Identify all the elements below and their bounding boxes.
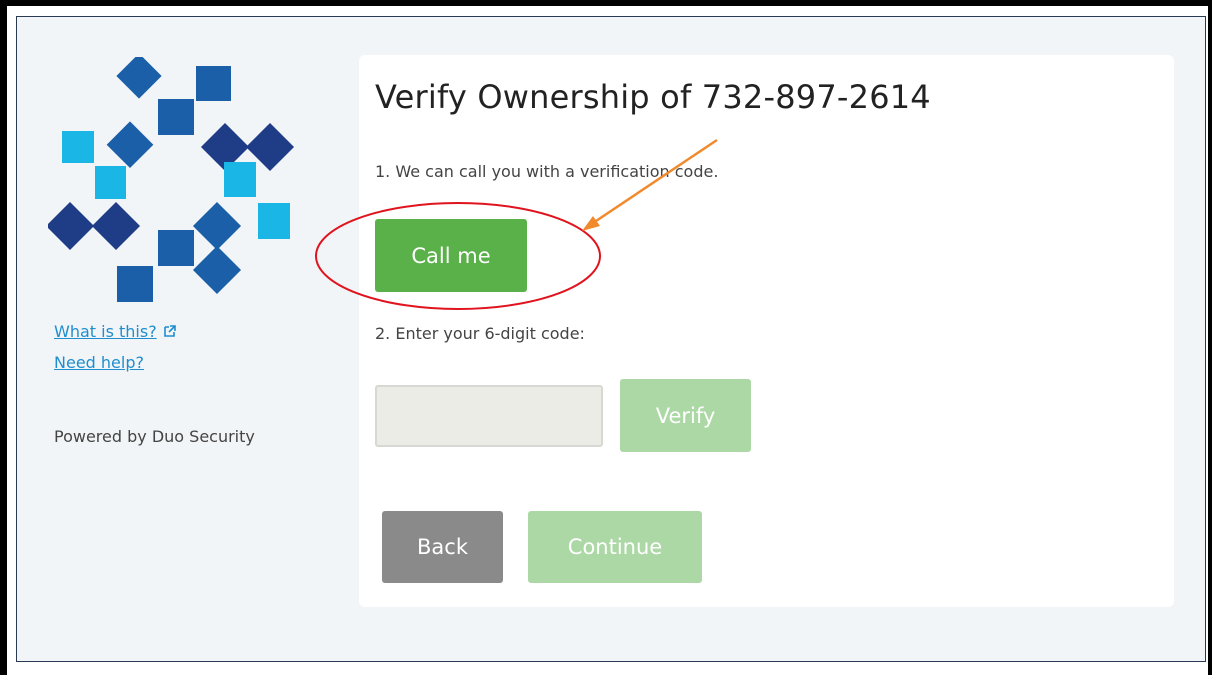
back-button[interactable]: Back — [382, 511, 503, 583]
step-2-text: 2. Enter your 6-digit code: — [375, 324, 585, 343]
duo-logo-icon — [48, 57, 295, 302]
call-me-button[interactable]: Call me — [375, 219, 527, 292]
continue-button[interactable]: Continue — [528, 511, 702, 583]
page-title: Verify Ownership of 732-897-2614 — [375, 78, 931, 116]
what-is-this-link[interactable]: What is this? — [54, 322, 177, 342]
verify-button[interactable]: Verify — [620, 379, 751, 452]
powered-by-text: Powered by Duo Security — [54, 427, 255, 446]
what-is-this-label: What is this? — [54, 322, 157, 341]
help-links: What is this? Need help? — [54, 322, 177, 384]
need-help-link[interactable]: Need help? — [54, 353, 177, 373]
step-1-text: 1. We can call you with a verification c… — [375, 162, 719, 181]
external-link-icon — [163, 325, 176, 337]
verification-code-input[interactable] — [375, 385, 603, 447]
